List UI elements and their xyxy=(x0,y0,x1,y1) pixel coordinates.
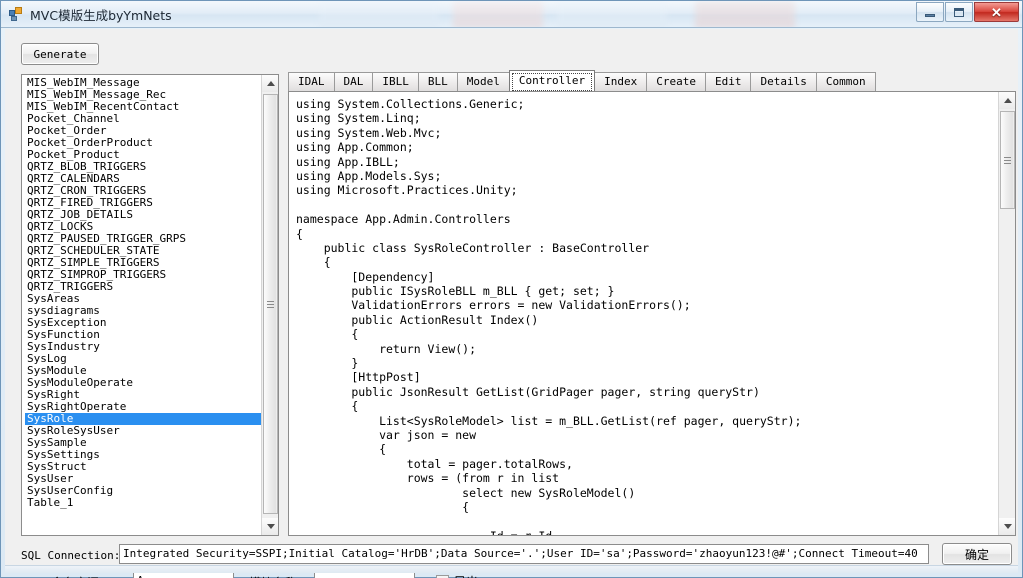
code-line: using App.IBLL; xyxy=(296,154,400,169)
confirm-button[interactable]: 确定 xyxy=(942,543,1012,565)
code-line: { xyxy=(296,499,470,514)
background-window-ghost xyxy=(453,1,543,27)
window-controls: ✕ xyxy=(916,2,1019,22)
code-line: { xyxy=(296,255,331,270)
code-line: public JsonResult GetList(GridPager page… xyxy=(296,384,760,399)
module-name-label: 模块名称: xyxy=(249,574,301,578)
background-window-ghost xyxy=(319,1,439,27)
code-line: select new SysRoleModel() xyxy=(296,485,636,500)
app-icon xyxy=(8,6,24,22)
tab-details[interactable]: Details xyxy=(750,72,817,91)
code-line: var json = new xyxy=(296,427,477,442)
close-button[interactable]: ✕ xyxy=(974,2,1019,22)
app-window: MVC模版生成byYmNets ✕ Generate MIS_WebIM_Mes… xyxy=(0,0,1023,578)
code-line: } xyxy=(296,356,359,371)
tab-idal[interactable]: IDAL xyxy=(288,72,335,91)
tab-dal[interactable]: DAL xyxy=(333,72,374,91)
focus-ring xyxy=(511,73,593,91)
code-line: { xyxy=(296,327,359,342)
code-line: public ActionResult Index() xyxy=(296,312,539,327)
template-tabs: IDAL DAL IBLL BLL Model Controller Index Create… xyxy=(288,70,1016,91)
code-line: List<SysRoleModel> list = m_BLL.GetList(… xyxy=(296,413,802,428)
code-line: using System.Web.Mvc; xyxy=(296,125,442,140)
code-line: public ISysRoleBLL m_BLL { get; set; } xyxy=(296,284,615,299)
status-strip xyxy=(5,565,1018,573)
tab-bll[interactable]: BLL xyxy=(417,72,458,91)
code-line: total = pager.totalRows, xyxy=(296,456,573,471)
minimize-button[interactable] xyxy=(916,2,944,22)
code-line: using Microsoft.Practices.Unity; xyxy=(296,183,518,198)
grip-icon xyxy=(267,299,274,310)
tab-create[interactable]: Create xyxy=(646,72,706,91)
code-editor-scrollbar[interactable] xyxy=(998,92,1015,535)
code-line: ValidationErrors errors = new Validation… xyxy=(296,298,691,313)
tab-controller[interactable]: Controller xyxy=(508,70,596,91)
code-text[interactable]: using System.Collections.Generic; using S… xyxy=(289,92,998,535)
code-line: using App.Models.Sys; xyxy=(296,168,442,183)
client-area: Generate MIS_WebIM_Message MIS_WebIM_Mess… xyxy=(5,29,1018,578)
scrollbar-thumb[interactable] xyxy=(1000,111,1015,209)
chevron-up-icon xyxy=(266,81,275,86)
code-line: namespace App.Admin.Controllers xyxy=(296,212,511,227)
tab-common[interactable]: Common xyxy=(815,72,876,91)
code-line: return View(); xyxy=(296,341,477,356)
background-window-ghost xyxy=(557,1,667,27)
maximize-button[interactable] xyxy=(945,2,973,22)
code-line: Id = r.Id, xyxy=(296,529,998,535)
code-line: [HttpPost] xyxy=(296,370,421,385)
table-list-items: MIS_WebIM_Message MIS_WebIM_Message_Rec MI… xyxy=(22,75,261,535)
code-line: { xyxy=(296,399,359,414)
code-line: using System.Linq; xyxy=(296,111,421,126)
maximize-icon xyxy=(954,7,964,17)
list-item[interactable]: Table_1 xyxy=(25,497,261,509)
code-line: { xyxy=(296,442,387,457)
tab-ibll[interactable]: IBLL xyxy=(372,72,419,91)
table-list-scrollbar[interactable] xyxy=(261,75,278,535)
tab-index[interactable]: Index xyxy=(594,72,648,91)
code-line: using App.Common; xyxy=(296,140,414,155)
code-line: using System.Collections.Generic; xyxy=(296,97,525,111)
code-line: [Dependency] xyxy=(296,269,435,284)
close-icon: ✕ xyxy=(991,4,1002,20)
scroll-up-button[interactable] xyxy=(999,92,1015,109)
sql-connection-label: SQL Connection: xyxy=(21,549,121,562)
sql-connection-input[interactable]: Integrated Security=SSPI;Initial Catalog… xyxy=(119,544,929,564)
scroll-up-button[interactable] xyxy=(262,75,278,92)
window-title: MVC模版生成byYmNets xyxy=(30,7,172,23)
tab-model[interactable]: Model xyxy=(456,72,510,91)
namespace-label: 命名空间: xyxy=(51,574,103,578)
code-line: { xyxy=(296,226,303,241)
scroll-down-button[interactable] xyxy=(262,518,278,535)
tab-edit[interactable]: Edit xyxy=(704,72,752,91)
table-list[interactable]: MIS_WebIM_Message MIS_WebIM_Message_Rec MI… xyxy=(21,74,279,536)
code-editor[interactable]: using System.Collections.Generic; using S… xyxy=(288,91,1016,536)
chevron-up-icon xyxy=(1003,98,1012,103)
code-line: public class SysRoleController : BaseCon… xyxy=(296,240,650,255)
code-line: rows = (from r in list xyxy=(296,471,560,486)
scrollbar-thumb[interactable] xyxy=(263,94,278,514)
export-checkbox-wrap[interactable]: 导出 xyxy=(436,573,478,578)
chevron-down-icon xyxy=(266,524,275,529)
minimize-icon xyxy=(925,13,935,17)
title-bar[interactable]: MVC模版生成byYmNets ✕ xyxy=(1,1,1022,28)
generate-button[interactable]: Generate xyxy=(21,43,99,65)
chevron-down-icon xyxy=(1003,524,1012,529)
export-label: 导出 xyxy=(454,573,478,578)
background-window-ghost xyxy=(695,1,795,27)
grip-icon xyxy=(1004,155,1011,166)
scroll-down-button[interactable] xyxy=(999,518,1015,535)
